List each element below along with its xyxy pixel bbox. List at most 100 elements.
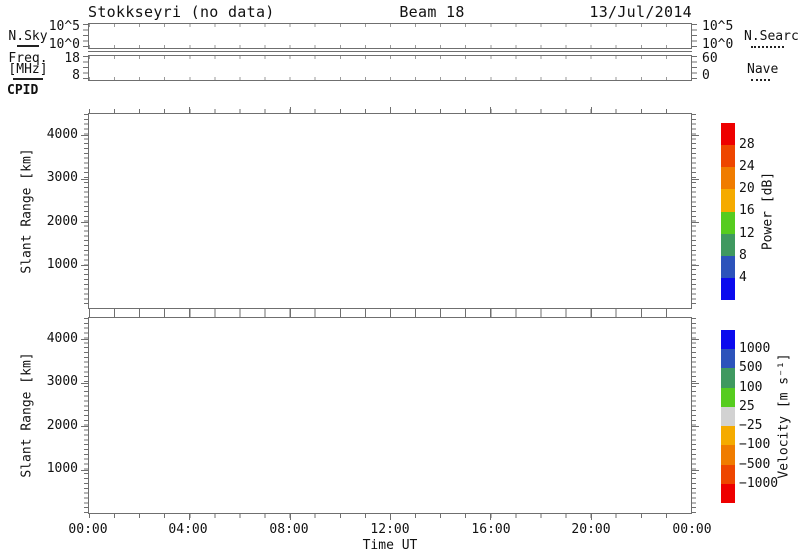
velocity-colorbar-tick: 25 — [739, 400, 755, 414]
power-colorbar-tick: 24 — [739, 160, 755, 174]
time-tick-label: 16:00 — [471, 523, 510, 537]
power-ytick-3000 — [81, 179, 89, 180]
power-xtick — [189, 107, 190, 114]
power-colorbar-segment — [721, 278, 735, 300]
noise-ytick-label-right: 10^0 — [702, 38, 733, 52]
power-right-minor-ticks — [692, 114, 696, 308]
time-tick-label: 08:00 — [269, 523, 308, 537]
velocity-colorbar-segment — [721, 388, 735, 407]
power-colorbar-segment — [721, 145, 735, 167]
velocity-xtick — [189, 311, 190, 318]
power-colorbar-segment — [721, 212, 735, 234]
power-colorbar-tick: 28 — [739, 138, 755, 152]
power-colorbar-tick: 4 — [739, 271, 747, 285]
velocity-ytick-1000 — [81, 470, 89, 471]
time-tick-label: 12:00 — [370, 523, 409, 537]
power-colorbar-segment — [721, 256, 735, 278]
noise-strip-hour-ticks-bottom — [89, 45, 691, 48]
velocity-colorbar-tick: −25 — [739, 419, 762, 433]
power-yaxis-title: Slant Range [km] — [20, 148, 35, 273]
nsearch-legend-label: N.Search — [744, 30, 800, 44]
freq-strip-hour-ticks-bottom — [89, 77, 691, 80]
noise-strip-left-ticks — [83, 24, 88, 48]
freq-ytick-label: 18 — [36, 52, 80, 66]
velocity-xtick — [390, 513, 391, 520]
freq-strip-right-ticks — [692, 56, 697, 80]
noise-ytick-label: 10^5 — [36, 20, 80, 34]
noise-strip-baseline — [88, 51, 692, 52]
time-tick-label: 00:00 — [672, 523, 711, 537]
power-colorbar-segment — [721, 167, 735, 189]
power-colorbar-tick: 12 — [739, 227, 755, 241]
freq-strip-panel — [88, 55, 692, 81]
power-ytick-1000-r — [691, 265, 699, 266]
date-title: 13/Jul/2014 — [589, 3, 692, 21]
power-ytick-2000-r — [691, 222, 699, 223]
velocity-colorbar-title: Velocity [m s⁻¹] — [777, 353, 792, 478]
velocity-ytick-1000-r — [691, 470, 699, 471]
power-xtick — [390, 107, 391, 114]
power-colorbar-segment — [721, 123, 735, 145]
velocity-xtick — [290, 513, 291, 520]
power-xtick — [591, 107, 592, 114]
velocity-yaxis-title: Slant Range [km] — [20, 352, 35, 477]
velocity-ytick-label: 3000 — [34, 375, 78, 389]
noise-strip-right-ticks — [692, 24, 697, 48]
velocity-colorbar-tick: 1000 — [739, 342, 770, 356]
velocity-colorbar-segment — [721, 368, 735, 387]
velocity-left-minor-ticks — [84, 318, 88, 513]
velocity-colorbar-segment — [721, 445, 735, 464]
velocity-colorbar-segment — [721, 407, 735, 426]
velocity-colorbar-tick: −500 — [739, 458, 770, 472]
title-bar: Stokkseyri (no data) Beam 18 13/Jul/2014 — [88, 3, 692, 21]
power-left-minor-ticks — [84, 114, 88, 308]
power-ytick-2000 — [81, 222, 89, 223]
velocity-ytick-3000-r — [691, 383, 699, 384]
nave-legend-dotted-line — [751, 79, 770, 81]
velocity-ytick-label: 4000 — [34, 332, 78, 346]
velocity-ytick-label: 1000 — [34, 462, 78, 476]
velocity-ytick-4000 — [81, 339, 89, 340]
velocity-ytick-4000-r — [691, 339, 699, 340]
velocity-ytick-3000 — [81, 383, 89, 384]
velocity-xtick — [591, 513, 592, 520]
velocity-ytick-2000-r — [691, 426, 699, 427]
power-xtick — [490, 107, 491, 114]
velocity-colorbar-tick: −100 — [739, 438, 770, 452]
noise-ytick-label-right: 10^5 — [702, 20, 733, 34]
power-ytick-4000 — [81, 135, 89, 136]
power-colorbar-tick: 16 — [739, 204, 755, 218]
velocity-xtick — [490, 311, 491, 318]
time-tick-label: 04:00 — [168, 523, 207, 537]
nave-legend-label: Nave — [747, 63, 778, 77]
cpid-label: CPID — [7, 84, 38, 98]
power-ytick-label: 4000 — [34, 128, 78, 142]
power-ytick-label: 2000 — [34, 215, 78, 229]
velocity-panel — [88, 317, 692, 514]
nsearch-legend-dotted-line — [751, 46, 784, 48]
velocity-xtick — [591, 311, 592, 318]
station-title: Stokkseyri (no data) — [88, 3, 275, 21]
freq-ytick-label: 8 — [36, 69, 80, 83]
velocity-colorbar — [721, 330, 735, 503]
velocity-colorbar-segment — [721, 465, 735, 484]
power-ytick-label: 3000 — [34, 171, 78, 185]
power-colorbar — [721, 123, 735, 300]
noise-ytick-label: 10^0 — [36, 38, 80, 52]
velocity-colorbar-segment — [721, 484, 735, 503]
velocity-right-minor-ticks — [692, 318, 696, 513]
power-ytick-label: 1000 — [34, 258, 78, 272]
velocity-xtick — [290, 311, 291, 318]
power-xtick — [290, 107, 291, 114]
beam-title: Beam 18 — [399, 3, 464, 21]
freq-strip-left-ticks — [83, 56, 88, 80]
velocity-ytick-2000 — [81, 426, 89, 427]
superdarn-summary-plot: Stokkseyri (no data) Beam 18 13/Jul/2014… — [0, 0, 800, 554]
power-colorbar-tick: 8 — [739, 249, 747, 263]
power-colorbar-segment — [721, 189, 735, 211]
velocity-colorbar-tick: −1000 — [739, 477, 778, 491]
nave-ytick-label-right: 0 — [702, 69, 710, 83]
power-colorbar-segment — [721, 234, 735, 256]
power-colorbar-title: Power [dB] — [761, 172, 776, 250]
velocity-colorbar-segment — [721, 349, 735, 368]
